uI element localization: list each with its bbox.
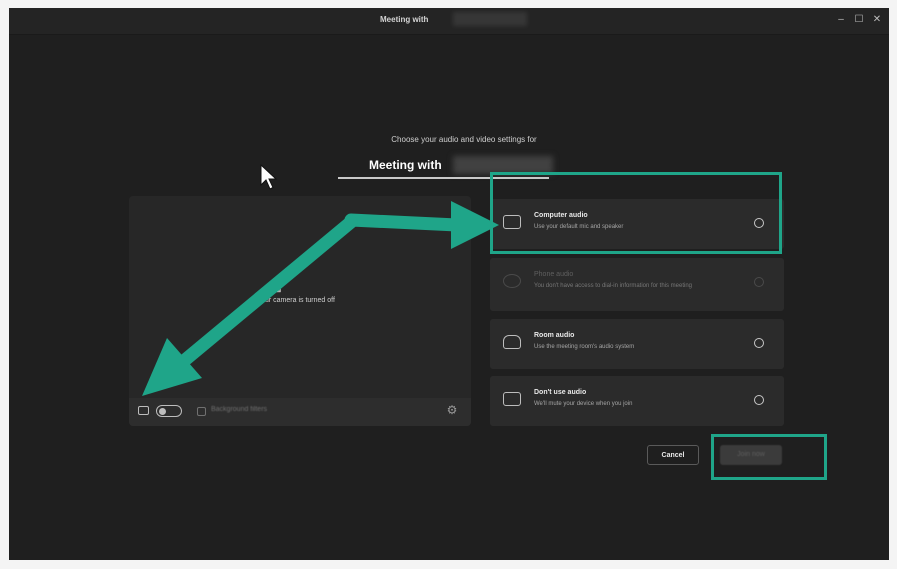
title-bar: Meeting with – ☐ ✕	[9, 8, 889, 35]
minimize-icon[interactable]: –	[834, 14, 848, 26]
redacted-meeting-name	[453, 156, 553, 174]
computer-icon	[503, 215, 521, 229]
radio-button[interactable]	[754, 218, 764, 228]
audio-option-title: Don't use audio	[534, 389, 587, 396]
audio-option-desc: You don't have access to dial-in informa…	[534, 283, 693, 289]
settings-prompt: Choose your audio and video settings for	[391, 135, 537, 144]
meeting-window: Meeting with – ☐ ✕ Choose your audio and…	[9, 8, 889, 560]
join-now-button[interactable]: Join now	[720, 445, 782, 465]
phone-icon	[503, 274, 521, 288]
camera-off-icon: ⊠	[272, 283, 282, 295]
meeting-title: Meeting with	[369, 158, 442, 172]
audio-option-room[interactable]: Room audio Use the meeting room's audio …	[490, 319, 784, 369]
audio-option-phone[interactable]: Phone audio You don't have access to dia…	[490, 258, 784, 311]
audio-option-title: Phone audio	[534, 271, 574, 278]
camera-off-text: Your camera is turned off	[257, 297, 335, 304]
mouse-cursor-icon	[260, 163, 278, 190]
audio-option-computer[interactable]: Computer audio Use your default mic and …	[490, 199, 784, 249]
video-camera-icon	[138, 406, 149, 415]
audio-option-title: Room audio	[534, 332, 575, 339]
radio-button[interactable]	[754, 395, 764, 405]
title-underline	[338, 177, 549, 179]
audio-option-title: Computer audio	[534, 212, 588, 219]
audio-option-no-audio[interactable]: Don't use audio We'll mute your device w…	[490, 376, 784, 426]
audio-option-desc: Use the meeting room's audio system	[534, 344, 635, 350]
background-filters-button[interactable]: Background filters	[211, 406, 267, 413]
window-title: Meeting with	[380, 15, 429, 24]
radio-button[interactable]	[754, 277, 764, 287]
maximize-icon[interactable]: ☐	[852, 14, 866, 26]
toggle-knob	[159, 407, 166, 415]
room-icon	[503, 335, 521, 349]
video-preview: ⊠ Your camera is turned off Background f…	[129, 196, 471, 426]
preview-toolbar: Background filters ⚙	[129, 398, 471, 426]
no-audio-icon	[503, 392, 521, 406]
background-filter-icon	[197, 407, 206, 416]
audio-option-desc: Use your default mic and speaker	[534, 224, 624, 230]
audio-option-desc: We'll mute your device when you join	[534, 401, 633, 407]
redacted-title-area	[453, 12, 527, 26]
radio-button[interactable]	[754, 338, 764, 348]
cancel-button[interactable]: Cancel	[647, 445, 699, 465]
close-icon[interactable]: ✕	[870, 14, 884, 26]
camera-toggle[interactable]	[156, 405, 182, 417]
gear-icon[interactable]: ⚙	[445, 403, 459, 417]
